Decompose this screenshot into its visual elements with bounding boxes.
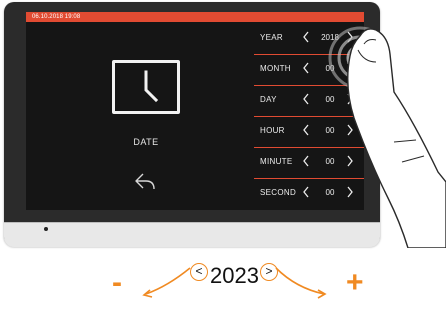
chevron-left-icon[interactable] [302,124,310,136]
panel-title: DATE [133,137,159,147]
finger-icon [347,28,446,248]
chevron-left-circle-icon: < [190,263,208,281]
chevron-left-icon[interactable] [302,93,310,105]
decrease-symbol: - [112,266,122,299]
chevron-right-circle-icon: > [260,263,278,281]
year-value-large: 2023 [210,263,259,288]
row-label: MONTH [260,64,291,73]
row-label: YEAR [260,33,283,42]
clock-icon [112,60,180,114]
row-label: SECOND [260,188,297,197]
chevron-left-icon[interactable] [302,155,310,167]
status-led [44,227,48,231]
device-bottom-bezel [4,222,380,247]
row-label: MINUTE [260,157,293,166]
increase-symbol: + [346,266,364,299]
row-label: HOUR [260,126,285,135]
intercom-device: 06.10.2018 19:08 DATE YEAR 2018 MONTH 00… [0,0,446,248]
back-arrow-icon[interactable] [134,172,156,195]
row-label: DAY [260,95,277,104]
status-datetime: 06.10.2018 19:08 [32,14,81,20]
chevron-left-icon[interactable] [302,186,310,198]
